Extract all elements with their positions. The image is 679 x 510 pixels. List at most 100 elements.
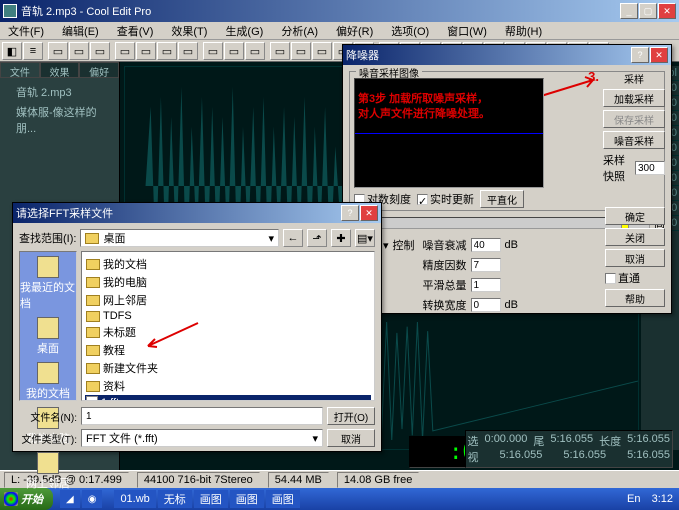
tool-button[interactable]: ▭ [312, 42, 332, 60]
passthrough-checkbox[interactable]: 直通 [605, 270, 665, 286]
folder-icon [86, 345, 100, 356]
places-bar: 我最近的文档 桌面 我的文档 我的电脑 网上邻居 [19, 251, 77, 401]
list-item[interactable]: 我的电脑 [85, 273, 371, 291]
titlebar[interactable]: 音轨 2.mp3 - Cool Edit Pro _ ▢ ✕ [0, 0, 679, 22]
folder-icon [86, 311, 100, 322]
tree-item[interactable]: 媒体服-像这样的朋... [4, 102, 115, 138]
reduce-input[interactable] [471, 238, 501, 252]
flatten-button[interactable]: 平直化 [480, 190, 524, 208]
taskbar-item[interactable]: 画图 [194, 490, 228, 508]
clock[interactable]: 3:12 [652, 493, 673, 505]
list-item[interactable]: 资料 [85, 377, 371, 395]
start-button[interactable]: 开始 [0, 488, 53, 510]
tool-button[interactable]: ▭ [115, 42, 135, 60]
quick-launch-item[interactable]: ◢ [60, 490, 80, 508]
sel-len: 5:16.055 [627, 433, 670, 449]
fo-close-button[interactable]: ✕ [360, 205, 378, 221]
tray-area[interactable]: En 3:12 [621, 493, 679, 505]
place-documents[interactable]: 我的文档 [26, 362, 70, 401]
noise-sample-button[interactable]: 噪音采样 [603, 131, 665, 149]
taskbar-item[interactable]: 画图 [230, 490, 264, 508]
folder-icon [86, 327, 100, 338]
menu-window[interactable]: 窗口(W) [443, 22, 491, 40]
tool-button[interactable]: ▭ [157, 42, 177, 60]
width-input[interactable] [471, 298, 501, 312]
nr-titlebar[interactable]: 降噪器 ? ✕ [343, 45, 671, 65]
tool-button[interactable]: ▭ [90, 42, 110, 60]
list-item[interactable]: 新建文件夹 [85, 359, 371, 377]
menu-file[interactable]: 文件(F) [4, 22, 48, 40]
nr-close-button[interactable]: ✕ [650, 47, 668, 63]
back-button[interactable]: ← [283, 229, 303, 247]
taskbar-item[interactable]: 无标 [158, 490, 192, 508]
language-indicator[interactable]: En [627, 493, 640, 505]
view-begin: 5:16.055 [500, 449, 543, 465]
fo-titlebar[interactable]: 请选择FFT采样文件 ? ✕ [13, 203, 381, 223]
sample-label: 采样 [603, 71, 665, 86]
tool-button[interactable]: ▭ [270, 42, 290, 60]
help-button[interactable]: 帮助 [605, 289, 665, 307]
tool-button[interactable]: ◧ [2, 42, 22, 60]
taskbar-item[interactable]: 画图 [266, 490, 300, 508]
close-button[interactable]: 关闭 [605, 228, 665, 246]
cancel-button[interactable]: 取消 [327, 429, 375, 447]
list-item[interactable]: 未标题 [85, 323, 371, 341]
open-button[interactable]: 打开(O) [327, 407, 375, 425]
cancel-button[interactable]: 取消 [605, 249, 665, 267]
menu-view[interactable]: 查看(V) [113, 22, 158, 40]
tool-button[interactable]: ▭ [203, 42, 223, 60]
maximize-button[interactable]: ▢ [639, 3, 657, 19]
load-profile-button[interactable]: 加载采样 [603, 89, 665, 107]
snapshot-input[interactable] [635, 161, 665, 175]
up-button[interactable]: ⬏ [307, 229, 327, 247]
lookin-dropdown[interactable]: 桌面 ▾ [80, 229, 279, 247]
tool-button[interactable]: ≡ [23, 42, 43, 60]
precision-input[interactable] [471, 258, 501, 272]
place-recent[interactable]: 我最近的文档 [20, 256, 76, 311]
save-profile-button[interactable]: 保存采样 [603, 110, 665, 128]
ok-button[interactable]: 确定 [605, 207, 665, 225]
tab-files[interactable]: 文件 [0, 62, 40, 78]
tool-button[interactable]: ▭ [178, 42, 198, 60]
menu-options[interactable]: 选项(O) [387, 22, 433, 40]
place-network[interactable]: 网上邻居 [26, 452, 70, 491]
tool-button[interactable]: ▭ [69, 42, 89, 60]
place-desktop[interactable]: 桌面 [37, 317, 59, 356]
file-tree: 音轨 2.mp3 媒体服-像这样的朋... [0, 78, 119, 142]
list-item[interactable]: TDFS [85, 309, 371, 323]
menu-edit[interactable]: 编辑(E) [58, 22, 103, 40]
list-item[interactable]: 我的文档 [85, 255, 371, 273]
tab-effects[interactable]: 效果 [40, 62, 80, 78]
smooth-input[interactable] [471, 278, 501, 292]
file-list[interactable]: 我的文档 我的电脑 网上邻居 TDFS 未标题 教程 新建文件夹 资料 1.ff… [81, 251, 375, 401]
tree-item[interactable]: 音轨 2.mp3 [4, 82, 115, 102]
tab-favorites[interactable]: 偏好 [79, 62, 119, 78]
tool-button[interactable]: ▭ [224, 42, 244, 60]
nr-help-button[interactable]: ? [631, 47, 649, 63]
fo-help-button[interactable]: ? [341, 205, 359, 221]
close-button[interactable]: ✕ [658, 3, 676, 19]
sel-end: 5:16.055 [550, 433, 593, 449]
menu-analyze[interactable]: 分析(A) [277, 22, 322, 40]
tool-button[interactable]: ▭ [245, 42, 265, 60]
filetype-dropdown[interactable]: FFT 文件 (*.fft)▾ [81, 429, 323, 447]
tool-button[interactable]: ▭ [48, 42, 68, 60]
list-item[interactable]: 网上邻居 [85, 291, 371, 309]
menu-effects[interactable]: 效果(T) [167, 22, 211, 40]
tool-button[interactable]: ▭ [136, 42, 156, 60]
realtime-checkbox[interactable]: ✓实时更新 [417, 191, 474, 207]
list-item[interactable]: 教程 [85, 341, 371, 359]
taskbar-item[interactable]: 01.wb [114, 490, 155, 508]
new-folder-button[interactable]: ✚ [331, 229, 351, 247]
minimize-button[interactable]: _ [620, 3, 638, 19]
quick-launch-item[interactable]: ◉ [82, 490, 103, 508]
filename-input[interactable] [81, 407, 323, 425]
folder-icon [86, 381, 100, 392]
view-menu-button[interactable]: ▤▾ [355, 229, 375, 247]
statusbar: L: -39.5dB @ 0:17.499 44100 716-bit 7Ste… [0, 470, 679, 488]
menu-help[interactable]: 帮助(H) [501, 22, 546, 40]
menu-favorites[interactable]: 偏好(R) [332, 22, 377, 40]
menu-generate[interactable]: 生成(G) [221, 22, 267, 40]
tool-button[interactable]: ▭ [291, 42, 311, 60]
list-item-selected[interactable]: 1.fft [85, 395, 371, 401]
